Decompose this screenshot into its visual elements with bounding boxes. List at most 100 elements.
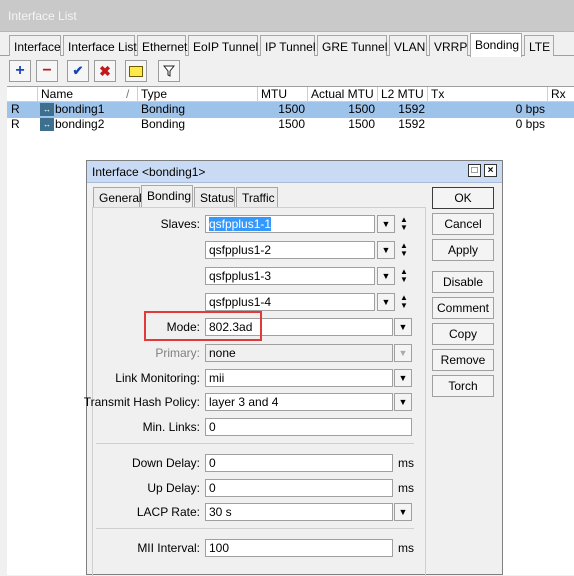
up-delay-label: Up Delay:: [147, 481, 200, 495]
funnel-icon[interactable]: [158, 60, 180, 82]
tab-gre-tunnel[interactable]: GRE Tunnel: [317, 35, 387, 56]
primary-label: Primary:: [155, 346, 200, 360]
up-down-icon[interactable]: ▲ ▼: [398, 242, 410, 260]
disable-button[interactable]: Disable: [432, 271, 494, 293]
close-icon[interactable]: ×: [484, 164, 497, 177]
mii-interval-unit: ms: [398, 541, 414, 555]
row-mtu: 1500: [278, 102, 305, 116]
tab-interface-list[interactable]: Interface List: [63, 35, 137, 56]
tab-general[interactable]: General: [93, 187, 142, 207]
tab-bonding-settings[interactable]: Bonding: [141, 185, 193, 208]
chevron-down-icon[interactable]: ▼: [377, 267, 395, 285]
maximize-icon[interactable]: □: [468, 164, 481, 177]
min-links-label: Min. Links:: [142, 420, 200, 434]
chevron-down-icon[interactable]: ▼: [377, 241, 395, 259]
chevron-down-icon[interactable]: ▼: [394, 393, 412, 411]
tab-lte[interactable]: LTE: [524, 35, 554, 56]
tab-vrrp[interactable]: VRRP: [429, 35, 468, 56]
interface-tabs: Interface Interface List Ethernet EoIP T…: [0, 32, 574, 57]
tab-ethernet[interactable]: Ethernet: [137, 35, 187, 56]
chevron-down-icon[interactable]: ▼: [394, 318, 412, 336]
table-row[interactable]: R ↔ bonding1 Bonding 1500 1500 1592 0 bp…: [7, 102, 574, 118]
up-down-icon[interactable]: ▲ ▼: [398, 268, 410, 286]
chevron-down-icon[interactable]: ▼: [377, 215, 395, 233]
dialog-tabs: General Bonding Status Traffic: [91, 185, 411, 208]
row-actual-mtu: 1500: [348, 102, 375, 116]
slave-select-1[interactable]: qsfpplus1-1: [205, 215, 375, 233]
column-mtu[interactable]: MTU: [257, 87, 307, 102]
comment-button[interactable]: Comment: [432, 297, 494, 319]
tab-eoip-tunnel[interactable]: EoIP Tunnel: [188, 35, 258, 56]
link-monitoring-select[interactable]: mii: [205, 369, 393, 387]
column-type[interactable]: Type: [137, 87, 257, 102]
note-icon[interactable]: [125, 60, 147, 82]
chevron-down-icon[interactable]: ▼: [394, 369, 412, 387]
dialog-title: Interface <bonding1>: [92, 165, 206, 179]
row-type: Bonding: [141, 117, 186, 131]
chevron-down-icon[interactable]: ▼: [377, 293, 395, 311]
row-actual-mtu: 1500: [348, 117, 375, 131]
ok-button[interactable]: OK: [432, 187, 494, 209]
sort-indicator: /: [126, 87, 130, 101]
min-links-input[interactable]: 0: [205, 418, 412, 436]
tab-status[interactable]: Status: [194, 187, 235, 207]
hash-policy-label: Transmit Hash Policy:: [83, 395, 200, 409]
tab-vlan[interactable]: VLAN: [389, 35, 427, 56]
column-tx[interactable]: Tx: [427, 87, 547, 102]
mii-interval-input[interactable]: 100: [205, 539, 393, 557]
tab-ip-tunnel[interactable]: IP Tunnel: [260, 35, 315, 56]
chevron-down-icon[interactable]: ▼: [394, 503, 412, 521]
x-icon[interactable]: ✖: [94, 60, 116, 82]
cancel-button[interactable]: Cancel: [432, 213, 494, 235]
column-rx[interactable]: Rx: [547, 87, 574, 102]
up-delay-unit: ms: [398, 481, 414, 495]
down-delay-unit: ms: [398, 456, 414, 470]
row-flag: R: [11, 102, 20, 116]
tab-bonding[interactable]: Bonding: [470, 33, 522, 57]
primary-select: none: [205, 344, 393, 362]
row-flag: R: [11, 117, 20, 131]
dialog-titlebar[interactable]: Interface <bonding1> □ ×: [87, 161, 502, 183]
row-name: bonding2: [55, 117, 105, 131]
check-icon[interactable]: ✔: [67, 60, 89, 82]
slave-select-3[interactable]: qsfpplus1-3: [205, 267, 375, 285]
row-tx: 0 bps: [515, 102, 545, 116]
bonding-icon: ↔: [40, 118, 54, 131]
down-delay-input[interactable]: 0: [205, 454, 393, 472]
slave-select-4[interactable]: qsfpplus1-4: [205, 293, 375, 311]
row-l2-mtu: 1592: [398, 117, 425, 131]
window-titlebar: Interface List: [0, 0, 574, 32]
slaves-label: Slaves:: [160, 217, 200, 231]
torch-button[interactable]: Torch: [432, 375, 494, 397]
up-delay-input[interactable]: 0: [205, 479, 393, 497]
up-down-icon[interactable]: ▲ ▼: [398, 216, 410, 234]
remove-button[interactable]: Remove: [432, 349, 494, 371]
minus-icon[interactable]: −: [36, 60, 58, 82]
mii-interval-label: MII Interval:: [137, 541, 200, 555]
slave-select-2[interactable]: qsfpplus1-2: [205, 241, 375, 259]
row-tx: 0 bps: [515, 117, 545, 131]
mode-highlight-box: [144, 311, 262, 341]
row-mtu: 1500: [278, 117, 305, 131]
link-monitoring-label: Link Monitoring:: [115, 371, 200, 385]
hash-policy-select[interactable]: layer 3 and 4: [205, 393, 393, 411]
plus-icon[interactable]: +: [9, 60, 31, 82]
down-delay-label: Down Delay:: [131, 456, 200, 470]
apply-button[interactable]: Apply: [432, 239, 494, 261]
tab-interface[interactable]: Interface: [9, 35, 61, 56]
row-name: bonding1: [55, 102, 105, 116]
tab-traffic[interactable]: Traffic: [236, 187, 278, 207]
chevron-down-icon: ▼: [394, 344, 412, 362]
copy-button[interactable]: Copy: [432, 323, 494, 345]
section-divider: [96, 443, 414, 444]
column-flag: [7, 87, 37, 102]
lacp-rate-select[interactable]: 30 s: [205, 503, 393, 521]
column-actual-mtu[interactable]: Actual MTU: [307, 87, 377, 102]
toolbar: + − ✔ ✖: [0, 57, 574, 85]
table-row[interactable]: R ↔ bonding2 Bonding 1500 1500 1592 0 bp…: [7, 117, 574, 133]
up-down-icon[interactable]: ▲ ▼: [398, 294, 410, 312]
list-header: Name / Type MTU Actual MTU L2 MTU Tx Rx: [7, 86, 574, 102]
row-type: Bonding: [141, 102, 186, 116]
column-name[interactable]: Name /: [37, 87, 137, 102]
column-l2-mtu[interactable]: L2 MTU: [377, 87, 427, 102]
